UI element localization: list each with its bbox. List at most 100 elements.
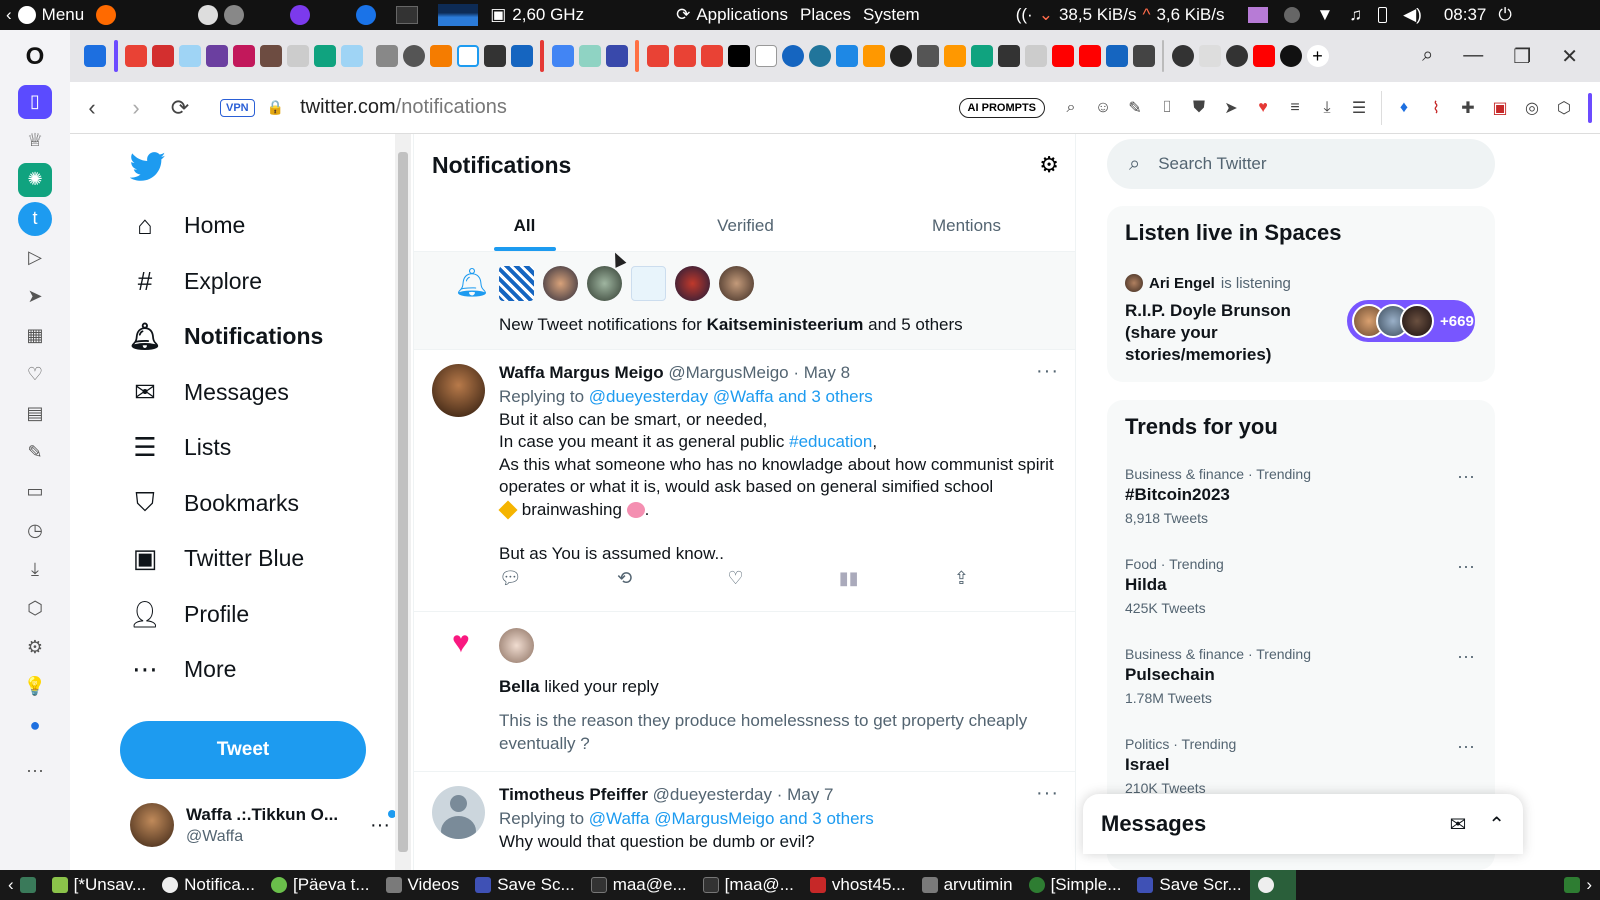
applications-menu[interactable]: ⟳ Applications xyxy=(670,5,794,25)
taskbar-item[interactable]: Save Sc... xyxy=(467,870,582,900)
tweet-date[interactable]: May 8 xyxy=(804,363,850,382)
close-window-icon[interactable]: ✕ xyxy=(1561,44,1578,69)
settings-icon[interactable] xyxy=(224,5,245,25)
taskbar-item[interactable]: Notifica... xyxy=(154,870,263,900)
trend-item[interactable]: Business & finance · Trending Pulsechain… xyxy=(1125,646,1311,706)
wikipedia-tab-icon[interactable] xyxy=(754,45,777,67)
nav-lists[interactable]: ☰ Lists xyxy=(130,423,231,471)
tab-favicon-icon[interactable] xyxy=(727,45,750,67)
nav-profile[interactable]: 👤︎ Profile xyxy=(129,590,250,638)
nav-bookmarks[interactable]: ⛉ Bookmarks xyxy=(130,479,299,527)
avatar[interactable] xyxy=(587,266,622,301)
nav-explore[interactable]: # Explore xyxy=(130,257,262,305)
settings-gear-icon[interactable]: ⚙ xyxy=(1039,152,1059,178)
download-icon[interactable]: ⤓ xyxy=(1316,97,1338,119)
tab-favicon-icon[interactable] xyxy=(916,45,939,67)
github-tab-icon[interactable] xyxy=(889,45,912,67)
gmail-tab-icon[interactable] xyxy=(125,45,147,67)
volume-icon[interactable]: ◀) xyxy=(1403,5,1422,25)
taskbar-item[interactable]: [*Unsav... xyxy=(44,870,154,900)
tab-favicon-icon[interactable] xyxy=(152,45,174,67)
tab-favicon-icon[interactable] xyxy=(1024,45,1047,67)
tab-mentions[interactable]: Mentions xyxy=(856,200,1075,251)
taskbar-item[interactable]: Save Scr... xyxy=(1129,870,1249,900)
taskbar-item[interactable]: Videos xyxy=(378,870,468,900)
taskbar-item[interactable]: [Päeva t... xyxy=(263,870,378,900)
pen-icon[interactable]: ✎ xyxy=(18,436,52,470)
toolbar-list-icon[interactable]: ≡ xyxy=(1284,97,1306,119)
tab-favicon-icon[interactable] xyxy=(1132,45,1155,67)
inkscape-icon[interactable] xyxy=(198,5,219,25)
tab-favicon-icon[interactable] xyxy=(260,45,282,67)
twitter-active-tab[interactable] xyxy=(456,45,479,67)
nav-home[interactable]: ⌂ Home xyxy=(130,201,245,249)
new-tweet-notification[interactable]: 🔔︎ New Tweet notifications for Kaitsemin… xyxy=(414,252,1075,350)
gpt-extension-icon[interactable]: ◎ xyxy=(1521,97,1543,119)
trend-more-icon[interactable]: ··· xyxy=(1457,466,1475,487)
tab-search-icon[interactable]: ⌕ xyxy=(1422,44,1433,69)
reply-mentions[interactable]: @dueyesterday @Waffa and 3 others xyxy=(589,387,873,406)
avatar[interactable] xyxy=(499,628,534,663)
youtube-tab-icon[interactable] xyxy=(1252,45,1275,67)
tab-favicon-icon[interactable] xyxy=(943,45,966,67)
scrollbar-thumb[interactable] xyxy=(398,152,408,852)
tab-favicon-icon[interactable] xyxy=(510,45,533,67)
twitter-sidebar-icon[interactable]: t xyxy=(18,201,52,236)
player-icon[interactable]: ▷ xyxy=(18,241,52,275)
left-scrollbar[interactable] xyxy=(395,134,411,870)
google-tab-icon[interactable] xyxy=(551,45,574,67)
avatar[interactable] xyxy=(543,266,578,301)
tab-favicon-icon[interactable] xyxy=(233,45,255,67)
tab-favicon-icon[interactable] xyxy=(862,45,885,67)
send-icon[interactable]: ➤ xyxy=(1220,97,1242,119)
emoji-icon[interactable]: ☺ xyxy=(1092,97,1114,119)
reply-icon[interactable]: 💬︎ xyxy=(499,568,522,589)
tab-favicon-icon[interactable] xyxy=(314,45,336,67)
account-switcher[interactable]: Waffa .:.Tikkun O... @Waffa ··· xyxy=(130,792,396,858)
show-desktop-icon[interactable]: ‹ xyxy=(0,870,44,900)
views-icon[interactable]: ▮▮ xyxy=(839,568,859,589)
nav-notifications[interactable]: 🔔︎ Notifications xyxy=(129,312,324,360)
share-icon[interactable]: ⇪ xyxy=(954,568,969,589)
wifi-signal-icon[interactable]: ▼ xyxy=(1316,5,1333,25)
extension-icon[interactable]: ⌇ xyxy=(1425,97,1447,119)
tweet-more-icon[interactable]: ··· xyxy=(1036,360,1059,383)
extension-icon[interactable]: ▣ xyxy=(1489,97,1511,119)
tab-favicon-icon[interactable] xyxy=(287,45,309,67)
tab-favicon-icon[interactable] xyxy=(341,45,363,67)
new-tab-plus-icon[interactable]: + xyxy=(1306,45,1329,67)
author-name[interactable]: Waffa Margus Meigo xyxy=(499,363,664,382)
url-field[interactable]: twitter.com/notifications xyxy=(300,96,507,119)
avatar[interactable] xyxy=(719,266,754,301)
tab-favicon-icon[interactable] xyxy=(1225,45,1248,67)
author-handle[interactable]: @dueyesterday xyxy=(653,785,772,804)
shield-icon[interactable]: ⛊ xyxy=(1188,97,1210,119)
crown-icon[interactable]: ♕ xyxy=(18,124,52,158)
spaces-listeners-pill[interactable]: +669 xyxy=(1347,300,1475,342)
taskbar-item[interactable]: vhost45... xyxy=(802,870,914,900)
tab-favicon-icon[interactable] xyxy=(835,45,858,67)
clock[interactable]: 08:37 xyxy=(1438,5,1493,25)
taskbar-item[interactable]: [Simple... xyxy=(1021,870,1130,900)
reply-mentions[interactable]: @Waffa @MargusMeigo and 3 others xyxy=(589,809,874,828)
downloads-icon[interactable]: ⤓ xyxy=(18,553,52,587)
taskbar-active-item[interactable] xyxy=(1249,870,1296,900)
trend-item[interactable]: Politics · Trending Israel 210K Tweets xyxy=(1125,736,1236,796)
tab-favicon-icon[interactable] xyxy=(578,45,601,67)
edit-icon[interactable]: ✎ xyxy=(1124,97,1146,119)
expand-chevron-icon[interactable]: ⌃ xyxy=(1488,812,1505,837)
opera-logo-icon[interactable]: O xyxy=(18,40,52,74)
hashtag-link[interactable]: #education xyxy=(789,432,872,451)
tab-favicon-icon[interactable] xyxy=(1198,45,1221,67)
avatar[interactable] xyxy=(675,266,710,301)
spaces-topic[interactable]: R.I.P. Doyle Brunson (share your stories… xyxy=(1125,300,1315,366)
opera-tray-icon[interactable] xyxy=(356,5,377,25)
default-avatar[interactable] xyxy=(432,786,485,839)
youtube-tab-icon[interactable] xyxy=(1078,45,1101,67)
vpn-badge[interactable]: VPN xyxy=(220,98,255,117)
author-handle[interactable]: @MargusMeigo xyxy=(668,363,788,382)
tweet-button[interactable]: Tweet xyxy=(120,721,366,779)
minimize-icon[interactable]: — xyxy=(1463,44,1483,69)
lens-icon[interactable]: ⌕ xyxy=(1060,97,1082,119)
tab-favicon-icon[interactable] xyxy=(781,45,804,67)
